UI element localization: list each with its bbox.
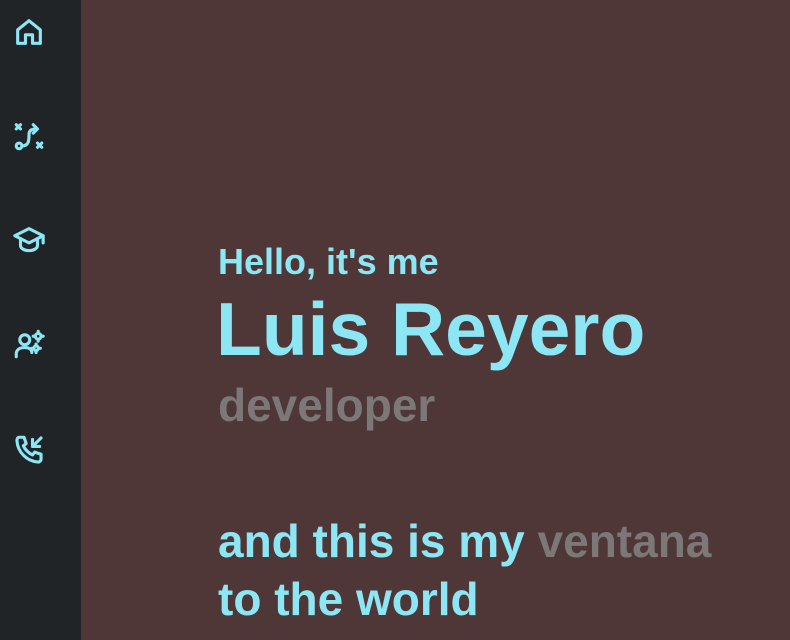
phone-incoming-icon — [15, 435, 43, 464]
graduation-cap-icon — [13, 227, 45, 253]
sidebar-item-home[interactable] — [0, 8, 58, 56]
route-icon — [14, 123, 44, 151]
sidebar-item-contact[interactable] — [0, 426, 58, 474]
name-heading: Luis Reyero — [216, 287, 646, 371]
tagline-part1: and this is my — [218, 515, 538, 567]
home-icon — [16, 19, 42, 45]
sidebar-item-skills[interactable] — [0, 320, 58, 368]
sidebar-item-path[interactable] — [0, 112, 58, 160]
greeting-text: Hello, it's me — [218, 241, 439, 282]
sidebar-nav — [0, 0, 81, 640]
role-text: developer — [218, 379, 436, 431]
tagline-accent: ventana — [537, 515, 712, 567]
user-gears-icon — [14, 329, 45, 359]
tagline-part2: to the world — [218, 573, 479, 625]
tagline: and this is my ventana to the world — [218, 512, 711, 628]
sidebar-item-education[interactable] — [0, 216, 58, 264]
